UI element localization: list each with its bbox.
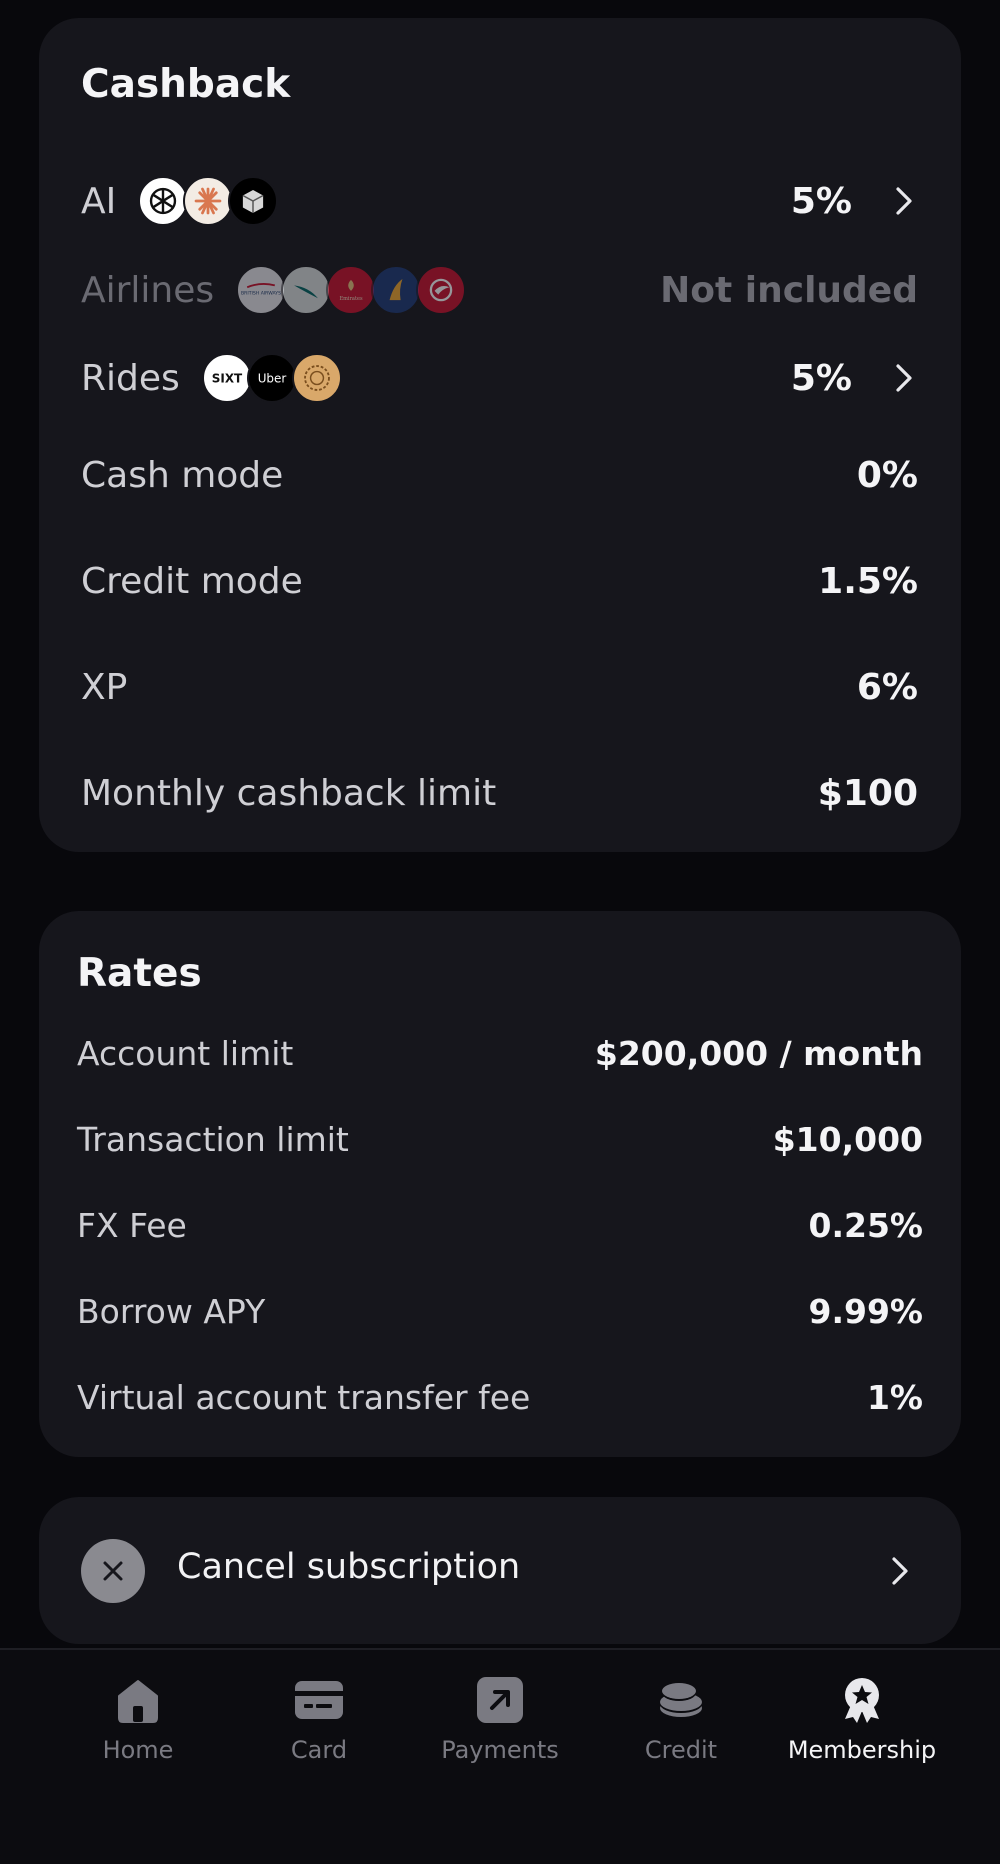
cashback-row-rides[interactable]: Rides SIXT Uber 5% <box>39 343 961 413</box>
sixt-logo: SIXT <box>201 353 252 403</box>
tab-label: Card <box>290 1736 348 1764</box>
cashback-row-airlines: Airlines BRITISH AIRWAYS Emirates Not in… <box>39 255 961 325</box>
tab-label: Credit <box>644 1736 718 1764</box>
cashback-card: Cashback AI 5% Airlines BRITISH AIRWAYS <box>39 18 961 852</box>
rates-row-transaction-limit: Transaction limit $10,000 <box>39 1109 961 1169</box>
svg-text:Uber: Uber <box>257 372 286 386</box>
rates-card: Rates Account limit $200,000 / month Tra… <box>39 911 961 1457</box>
card-icon <box>293 1674 345 1726</box>
cashback-row-monthly-limit: Monthly cashback limit $100 <box>39 758 961 828</box>
cashback-row-ai[interactable]: AI 5% <box>39 166 961 236</box>
cashback-row-value: 5% <box>790 357 852 399</box>
rates-row-value: 1% <box>866 1377 923 1417</box>
tab-credit[interactable]: Credit <box>591 1674 771 1764</box>
svg-text:Emirates: Emirates <box>340 296 364 302</box>
cashback-row-value: 6% <box>856 666 918 708</box>
rates-row-transfer-fee: Virtual account transfer fee 1% <box>39 1367 961 1427</box>
cashback-row-label: XP <box>81 666 128 708</box>
british-airways-logo: BRITISH AIRWAYS <box>236 265 287 315</box>
tab-label: Membership <box>787 1736 937 1764</box>
tab-payments[interactable]: Payments <box>410 1674 590 1764</box>
cathay-pacific-logo <box>281 265 332 315</box>
turkish-airlines-logo <box>416 265 467 315</box>
cashback-title: Cashback <box>81 62 291 107</box>
rates-row-value: 9.99% <box>808 1291 924 1331</box>
cashback-row-label: Rides <box>81 357 180 399</box>
cashback-row-value: 0% <box>856 454 918 496</box>
cashback-row-label: Cash mode <box>81 454 284 496</box>
uber-logo: Uber <box>246 353 297 403</box>
rates-row-value: 0.25% <box>808 1205 924 1245</box>
tab-label: Payments <box>441 1736 559 1764</box>
rates-row-label: Borrow APY <box>77 1291 266 1331</box>
singapore-airlines-logo <box>371 265 422 315</box>
tab-home[interactable]: Home <box>48 1674 228 1764</box>
membership-icon <box>836 1674 888 1726</box>
chevron-right-icon <box>896 187 912 215</box>
cashback-row-label: Credit mode <box>81 560 303 602</box>
cashback-row-label: Airlines <box>81 269 215 311</box>
ai-logos <box>138 176 279 226</box>
rates-row-label: Transaction limit <box>77 1119 349 1159</box>
rates-row-label: FX Fee <box>77 1205 187 1245</box>
cancel-subscription-button[interactable]: Cancel subscription <box>39 1497 961 1644</box>
cube-logo <box>228 176 279 226</box>
rates-row-borrow-apy: Borrow APY 9.99% <box>39 1281 961 1341</box>
cashback-row-value: 1.5% <box>818 560 918 602</box>
tab-card[interactable]: Card <box>229 1674 409 1764</box>
cashback-row-value: Not included <box>660 269 918 311</box>
cashback-row-cash-mode: Cash mode 0% <box>39 440 961 510</box>
payments-icon <box>474 1674 526 1726</box>
chevron-right-icon <box>896 364 912 392</box>
cashback-row-credit-mode: Credit mode 1.5% <box>39 546 961 616</box>
svg-text:BRITISH AIRWAYS: BRITISH AIRWAYS <box>241 291 281 297</box>
credit-icon <box>655 1674 707 1726</box>
gold-ring-logo <box>291 353 342 403</box>
tab-label: Home <box>102 1736 174 1764</box>
cashback-row-label: AI <box>81 180 117 222</box>
tab-membership[interactable]: Membership <box>772 1674 952 1764</box>
cashback-row-xp: XP 6% <box>39 652 961 722</box>
rates-title: Rates <box>77 951 202 996</box>
svg-text:SIXT: SIXT <box>212 372 243 386</box>
rates-row-account-limit: Account limit $200,000 / month <box>39 1023 961 1083</box>
bottom-tab-bar: Home Card Payments Credit Membership <box>0 1648 1000 1864</box>
cashback-row-value: $100 <box>817 772 918 814</box>
rates-row-fx-fee: FX Fee 0.25% <box>39 1195 961 1255</box>
rates-row-label: Account limit <box>77 1033 294 1073</box>
chevron-right-icon <box>892 1557 908 1585</box>
cancel-subscription-label: Cancel subscription <box>177 1547 521 1587</box>
openai-logo <box>138 176 189 226</box>
cashback-row-label: Monthly cashback limit <box>81 772 497 814</box>
close-icon <box>81 1539 145 1603</box>
home-icon <box>112 1674 164 1726</box>
rates-row-value: $200,000 / month <box>594 1033 923 1073</box>
cashback-row-value: 5% <box>790 180 852 222</box>
airline-logos: BRITISH AIRWAYS Emirates <box>236 265 467 315</box>
anthropic-logo <box>183 176 234 226</box>
rates-row-value: $10,000 <box>772 1119 923 1159</box>
rides-logos: SIXT Uber <box>201 353 342 403</box>
emirates-logo: Emirates <box>326 265 377 315</box>
rates-row-label: Virtual account transfer fee <box>77 1377 531 1417</box>
